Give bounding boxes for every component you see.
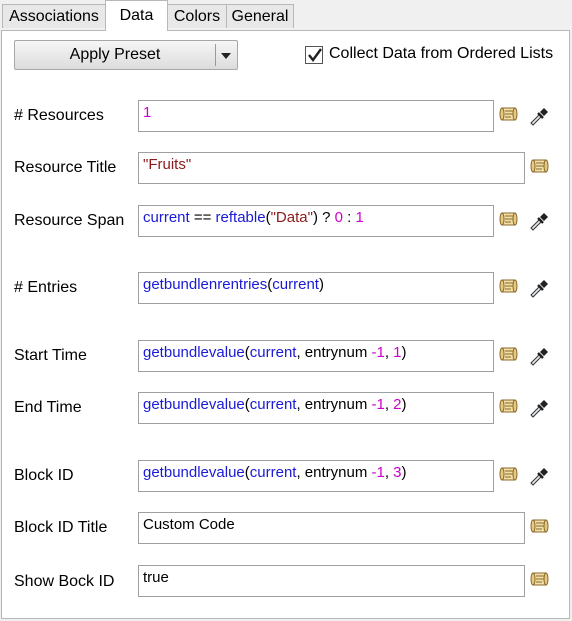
code-token: , entrynum xyxy=(296,396,372,413)
code-token: current xyxy=(143,209,190,226)
code-token: 0 xyxy=(334,209,343,226)
block-id-title-field[interactable]: Custom Code xyxy=(138,512,525,544)
eyedropper-icon[interactable] xyxy=(528,209,550,231)
start-time-field[interactable]: getbundlevalue(current, entrynum -1, 1) xyxy=(138,340,494,372)
code-scroll-icon[interactable] xyxy=(498,104,520,126)
code-token: ) xyxy=(401,464,407,481)
code-scroll-icon[interactable] xyxy=(498,344,520,366)
chevron-down-icon[interactable] xyxy=(221,53,231,59)
code-token: getbundlevalue xyxy=(143,464,245,481)
tab-general[interactable]: General xyxy=(226,4,294,28)
tab-bar: Associations Data Colors General xyxy=(0,0,572,31)
code-token: ) xyxy=(401,344,407,361)
tab-colors[interactable]: Colors xyxy=(167,4,227,28)
start-time-label: Start Time xyxy=(14,347,87,364)
entries-label: # Entries xyxy=(14,279,78,296)
collect-data-label: Collect Data from Ordered Lists xyxy=(329,45,554,62)
code-token: -1 xyxy=(371,344,385,361)
tab-associations[interactable]: Associations xyxy=(2,4,106,28)
code-token: current xyxy=(249,396,297,413)
show-block-id-label: Show Bock ID xyxy=(14,573,115,590)
code-token: ) xyxy=(401,396,407,413)
code-scroll-icon[interactable] xyxy=(498,396,520,418)
code-token: : xyxy=(342,209,356,226)
resources-value: 1 xyxy=(143,104,152,121)
tab-data-label: Data xyxy=(119,7,154,24)
code-scroll-icon[interactable] xyxy=(529,569,551,591)
resource-title-label: Resource Title xyxy=(14,159,117,176)
show-block-id-value: true xyxy=(143,569,169,586)
code-token: 2 xyxy=(393,396,402,413)
block-id-title-value: Custom Code xyxy=(143,516,235,533)
apply-preset-label: Apply Preset xyxy=(69,46,161,63)
code-token: , entrynum xyxy=(296,464,372,481)
resources-label: # Resources xyxy=(14,107,104,124)
tab-general-label: General xyxy=(231,8,289,25)
code-token: ) xyxy=(318,276,324,293)
code-token: -1 xyxy=(371,396,385,413)
resource-title-field[interactable]: "Fruits" xyxy=(138,152,525,184)
resource-title-value: "Fruits" xyxy=(143,156,192,173)
resource-span-field[interactable]: current == reftable("Data") ? 0 : 1 xyxy=(138,205,494,237)
code-token: "Data" xyxy=(270,209,313,226)
end-time-field[interactable]: getbundlevalue(current, entrynum -1, 2) xyxy=(138,392,494,424)
code-token: reftable xyxy=(215,209,266,226)
resource-span-label: Resource Span xyxy=(14,212,125,229)
code-token: , entrynum xyxy=(296,344,372,361)
block-id-label: Block ID xyxy=(14,467,74,484)
code-token: , xyxy=(384,396,394,413)
preset-separator xyxy=(215,44,216,66)
code-token: current xyxy=(249,464,297,481)
code-token: == xyxy=(189,209,216,226)
eyedropper-icon[interactable] xyxy=(528,344,550,366)
eyedropper-icon[interactable] xyxy=(528,276,550,298)
code-scroll-icon[interactable] xyxy=(498,209,520,231)
code-token: getbundlenrentries xyxy=(143,276,268,293)
code-scroll-icon[interactable] xyxy=(498,464,520,486)
code-token: 1 xyxy=(355,209,364,226)
eyedropper-icon[interactable] xyxy=(528,464,550,486)
apply-preset-button[interactable]: Apply Preset xyxy=(14,40,238,70)
resources-field[interactable]: 1 xyxy=(138,100,494,132)
code-token: , xyxy=(384,344,394,361)
code-token: -1 xyxy=(371,464,385,481)
block-id-title-label: Block ID Title xyxy=(14,519,108,536)
tab-colors-label: Colors xyxy=(173,8,221,25)
code-token: getbundlevalue xyxy=(143,344,245,361)
code-token: 1 xyxy=(393,344,402,361)
checkmark-icon xyxy=(308,48,322,62)
eyedropper-icon[interactable] xyxy=(528,104,550,126)
end-time-label: End Time xyxy=(14,399,82,416)
tab-associations-label: Associations xyxy=(9,8,99,25)
code-token: ) ? xyxy=(312,209,335,226)
code-scroll-icon[interactable] xyxy=(529,516,551,538)
tab-data[interactable]: Data xyxy=(105,0,168,31)
code-token: getbundlevalue xyxy=(143,396,245,413)
code-scroll-icon[interactable] xyxy=(498,276,520,298)
show-block-id-field[interactable]: true xyxy=(138,565,525,597)
code-token: current xyxy=(272,276,319,293)
block-id-field[interactable]: getbundlevalue(current, entrynum -1, 3) xyxy=(138,460,494,492)
code-token: 3 xyxy=(393,464,402,481)
code-scroll-icon[interactable] xyxy=(529,156,551,178)
code-token: , xyxy=(384,464,394,481)
eyedropper-icon[interactable] xyxy=(528,396,550,418)
collect-data-checkbox[interactable] xyxy=(305,46,323,64)
entries-field[interactable]: getbundlenrentries(current) xyxy=(138,272,494,304)
code-token: current xyxy=(249,344,297,361)
